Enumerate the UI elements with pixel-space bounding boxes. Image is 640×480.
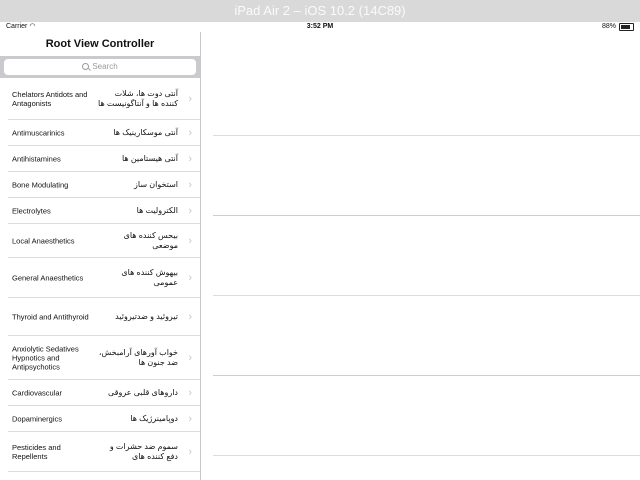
search-input[interactable]: Search <box>4 59 196 75</box>
category-english-label: Electrolytes <box>12 206 51 215</box>
detail-panel <box>201 32 640 480</box>
category-persian-label: داروهای قلبی عروقی <box>108 387 178 397</box>
list-item[interactable]: Electrolytes الکترولیت ها › <box>8 198 200 224</box>
detail-divider-line <box>213 375 640 376</box>
status-bar: Carrier ◠ 3:52 PM 88% <box>0 22 640 32</box>
category-english-label: Chelators Antidots and Antagonists <box>12 89 88 108</box>
category-persian-label: خواب آورهای آرامبخش، ضد جنون ها <box>98 347 178 367</box>
chevron-right-icon: › <box>188 178 192 191</box>
chevron-right-icon: › <box>188 152 192 165</box>
category-persian-label: بیهوش کننده های عمومی <box>121 267 178 287</box>
category-english-label: Pesticides and Repellents <box>12 442 61 461</box>
search-placeholder: Search <box>92 62 118 71</box>
category-persian-label: تیروئید و ضدتیروئید <box>115 311 178 321</box>
category-english-label: Antimuscarinics <box>12 128 65 137</box>
list-item[interactable]: Chelators Antidots and Antagonists آنتی د… <box>8 78 200 120</box>
master-list-panel: Root View Controller Search Chelators An… <box>0 32 201 480</box>
category-english-label: Antihistamines <box>12 154 61 163</box>
chevron-right-icon: › <box>188 351 192 364</box>
list-item[interactable]: Pesticides and Repellents سموم ضد حشرات و… <box>8 432 200 472</box>
chevron-right-icon: › <box>188 310 192 323</box>
list-item[interactable]: Bone Modulating استخوان ساز › <box>8 172 200 198</box>
battery-icon <box>619 23 634 31</box>
category-english-label: Bone Modulating <box>12 180 69 189</box>
chevron-right-icon: › <box>188 92 192 105</box>
detail-divider-line <box>213 295 640 296</box>
list-item[interactable]: Local Anaesthetics بیحس کننده های موضعی › <box>8 224 200 258</box>
chevron-right-icon: › <box>188 126 192 139</box>
status-time: 3:52 PM <box>306 23 334 30</box>
chevron-right-icon: › <box>188 445 192 458</box>
search-bar: Search <box>0 56 200 78</box>
category-english-label: Local Anaesthetics <box>12 236 75 245</box>
list-item[interactable]: Dopaminergics دوپامینرژیک ها › <box>8 406 200 432</box>
list-item[interactable]: Antimuscarinics آنتی موسکارینیک ها › <box>8 120 200 146</box>
battery-indicator: 88% <box>602 22 634 32</box>
category-persian-label: بیحس کننده های موضعی <box>123 230 178 250</box>
nav-title: Root View Controller <box>45 38 155 50</box>
detail-divider-line <box>213 455 640 456</box>
simulator-title-bar: iPad Air 2 – iOS 10.2 (14C89) <box>0 0 640 22</box>
chevron-right-icon: › <box>188 386 192 399</box>
window-title: iPad Air 2 – iOS 10.2 (14C89) <box>234 3 406 18</box>
chevron-right-icon: › <box>188 234 192 247</box>
category-english-label: General Anaesthetics <box>12 273 84 282</box>
list-item[interactable]: Cardiovascular داروهای قلبی عروقی › <box>8 380 200 406</box>
drug-category-list: Chelators Antidots and Antagonists آنتی د… <box>0 78 200 472</box>
category-english-label: Dopaminergics <box>12 414 63 423</box>
category-persian-label: آنتی موسکارینیک ها <box>113 127 178 137</box>
detail-divider-line <box>213 215 640 216</box>
search-icon <box>82 63 90 71</box>
category-english-label: Anxiolytic Sedatives Hypnotics and Antip… <box>12 344 79 371</box>
category-persian-label: استخوان ساز <box>134 179 178 189</box>
list-item[interactable]: General Anaesthetics بیهوش کننده های عموم… <box>8 258 200 298</box>
battery-percent: 88% <box>601 23 616 30</box>
category-persian-label: دوپامینرژیک ها <box>130 413 178 423</box>
list-item[interactable]: Antihistamines آنتی هیستامین ها › <box>8 146 200 172</box>
category-persian-label: الکترولیت ها <box>136 205 178 215</box>
chevron-right-icon: › <box>188 204 192 217</box>
list-item[interactable]: Thyroid and Antithyroid تیروئید و ضدتیروئ… <box>8 298 200 336</box>
category-persian-label: آنتی هیستامین ها <box>121 153 178 163</box>
category-persian-label: سموم ضد حشرات و دفع کننده های <box>109 441 178 461</box>
chevron-right-icon: › <box>188 412 192 425</box>
category-english-label: Thyroid and Antithyroid <box>12 312 89 321</box>
category-english-label: Cardiovascular <box>12 388 63 397</box>
list-item[interactable]: Anxiolytic Sedatives Hypnotics and Antip… <box>8 336 200 380</box>
detail-divider-line <box>213 135 640 136</box>
category-persian-label: آنتی دوت ها، شلات کننده ها و آنتاگونیست … <box>98 88 178 108</box>
ipad-screen: Carrier ◠ 3:52 PM 88% Root View Controll… <box>0 22 640 480</box>
chevron-right-icon: › <box>188 271 192 284</box>
